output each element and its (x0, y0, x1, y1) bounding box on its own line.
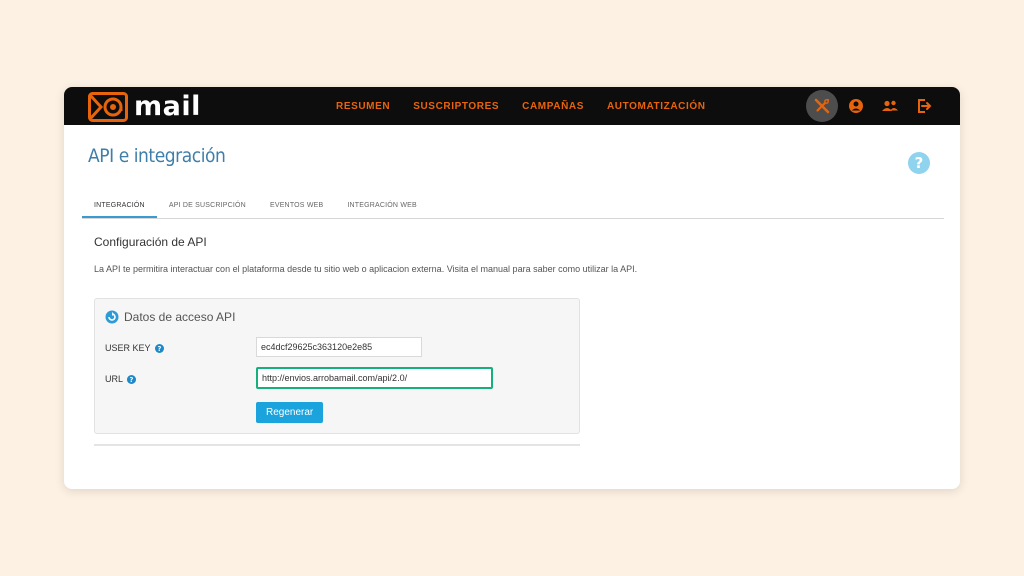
nav-automatizacion[interactable]: AUTOMATIZACIÓN (607, 101, 706, 112)
svg-text:?: ? (915, 154, 924, 172)
refresh-icon (105, 310, 119, 324)
regenerate-button[interactable]: Regenerar (256, 402, 324, 423)
user-key-label-text: USER KEY (105, 343, 151, 353)
logo[interactable]: mail (88, 92, 201, 122)
team-button[interactable] (874, 90, 906, 122)
nav-campanas[interactable]: CAMPAÑAS (522, 101, 584, 112)
section-description: La API te permitira interactuar con el p… (94, 264, 638, 274)
url-field[interactable] (256, 367, 493, 389)
tools-icon (814, 98, 830, 114)
users-icon (882, 100, 898, 111)
top-icon-bar (806, 87, 942, 125)
logo-wordmark: mail (134, 91, 201, 122)
nav-suscriptores[interactable]: SUSCRIPTORES (413, 101, 499, 112)
tools-button[interactable] (806, 90, 838, 122)
user-icon (849, 99, 863, 113)
tab-bar: INTEGRACIÓN API DE SUSCRIPCIÓN EVENTOS W… (82, 196, 944, 219)
panel-header: Datos de acceso API (105, 310, 235, 324)
help-icon[interactable]: ? (907, 151, 931, 175)
url-label: URL ? (105, 374, 137, 384)
app-window: mail RESUMEN SUSCRIPTORES CAMPAÑAS AUTOM… (64, 87, 960, 489)
help-icon-small[interactable]: ? (154, 343, 164, 353)
nav-resumen[interactable]: RESUMEN (336, 101, 390, 112)
divider (94, 444, 580, 446)
logout-button[interactable] (908, 90, 940, 122)
svg-text:?: ? (130, 376, 134, 384)
api-credentials-panel: Datos de acceso API USER KEY ? URL ? Reg… (94, 298, 580, 434)
tab-api-suscripcion[interactable]: API DE SUSCRIPCIÓN (157, 196, 258, 218)
section-title: Configuración de API (94, 235, 207, 249)
main-nav: RESUMEN SUSCRIPTORES CAMPAÑAS AUTOMATIZA… (336, 87, 706, 125)
at-envelope-icon (88, 92, 128, 122)
tab-integracion[interactable]: INTEGRACIÓN (82, 196, 157, 218)
help-icon-small[interactable]: ? (127, 374, 137, 384)
tab-eventos-web[interactable]: EVENTOS WEB (258, 196, 335, 218)
tab-integracion-web[interactable]: INTEGRACIÓN WEB (335, 196, 429, 218)
user-key-field[interactable] (256, 337, 422, 357)
user-key-label: USER KEY ? (105, 343, 164, 353)
profile-button[interactable] (840, 90, 872, 122)
url-label-text: URL (105, 374, 124, 384)
svg-text:?: ? (157, 345, 161, 353)
logout-icon (918, 99, 932, 113)
panel-title: Datos de acceso API (124, 310, 236, 324)
page-title: API e integración (88, 145, 226, 167)
top-navbar: mail RESUMEN SUSCRIPTORES CAMPAÑAS AUTOM… (64, 87, 960, 125)
